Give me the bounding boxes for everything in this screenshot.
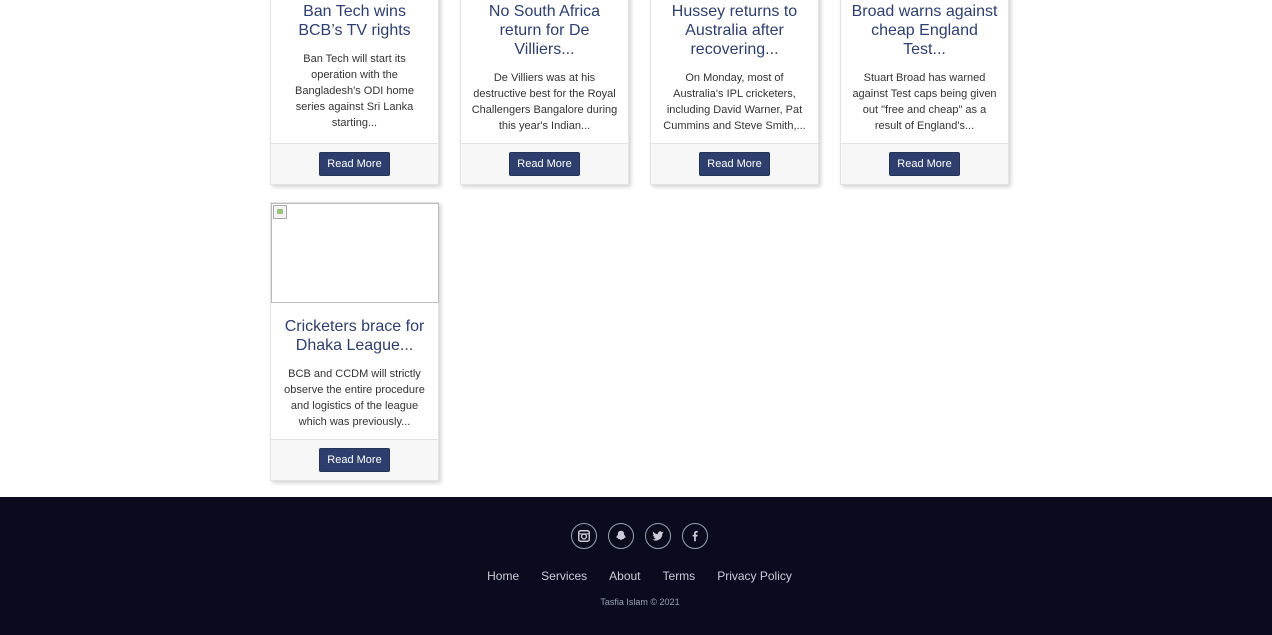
- news-card: Cricketers brace for Dhaka League... BCB…: [270, 202, 439, 481]
- card-title[interactable]: Hussey returns to Australia after recove…: [659, 2, 810, 59]
- card-footer: Read More: [461, 143, 628, 184]
- footer-link-privacy-policy[interactable]: Privacy Policy: [717, 569, 792, 583]
- copyright-text: Tasfia Islam © 2021: [600, 597, 680, 607]
- card-title[interactable]: No South Africa return for De Villiers..…: [469, 2, 620, 59]
- card-footer: Read More: [271, 439, 438, 480]
- card-text: BCB and CCDM will strictly observe the e…: [284, 368, 425, 428]
- facebook-icon[interactable]: [682, 523, 708, 549]
- card-text: On Monday, most of Australia's IPL crick…: [663, 72, 806, 132]
- card-footer: Read More: [841, 143, 1008, 184]
- read-more-button[interactable]: Read More: [509, 152, 580, 176]
- snapchat-icon[interactable]: [608, 523, 634, 549]
- card-title[interactable]: Cricketers brace for Dhaka League...: [279, 317, 430, 355]
- card-title[interactable]: Broad warns against cheap England Test..…: [849, 2, 1000, 59]
- social-links: [0, 523, 1272, 549]
- twitter-icon[interactable]: [645, 523, 671, 549]
- read-more-button[interactable]: Read More: [319, 448, 390, 472]
- site-footer: Home Services About Terms Privacy Policy…: [0, 497, 1272, 635]
- news-card: Ban Tech wins BCB’s TV rights Ban Tech w…: [270, 0, 439, 185]
- news-card: No South Africa return for De Villiers..…: [460, 0, 629, 185]
- card-title[interactable]: Ban Tech wins BCB’s TV rights: [279, 2, 430, 40]
- footer-link-about[interactable]: About: [609, 569, 640, 583]
- footer-link-services[interactable]: Services: [541, 569, 587, 583]
- card-footer: Read More: [271, 143, 438, 184]
- card-image[interactable]: [271, 203, 439, 303]
- card-text: Stuart Broad has warned against Test cap…: [852, 72, 997, 132]
- card-text: De Villiers was at his destructive best …: [471, 72, 618, 132]
- news-card: Broad warns against cheap England Test..…: [840, 0, 1009, 185]
- read-more-button[interactable]: Read More: [889, 152, 960, 176]
- footer-link-home[interactable]: Home: [487, 569, 519, 583]
- card-footer: Read More: [651, 143, 818, 184]
- read-more-button[interactable]: Read More: [699, 152, 770, 176]
- footer-nav: Home Services About Terms Privacy Policy: [0, 569, 1272, 583]
- news-card: Hussey returns to Australia after recove…: [650, 0, 819, 185]
- card-text: Ban Tech will start its operation with t…: [295, 53, 414, 129]
- instagram-icon[interactable]: [571, 523, 597, 549]
- broken-image-icon: [273, 205, 287, 219]
- read-more-button[interactable]: Read More: [319, 152, 390, 176]
- footer-link-terms[interactable]: Terms: [663, 569, 696, 583]
